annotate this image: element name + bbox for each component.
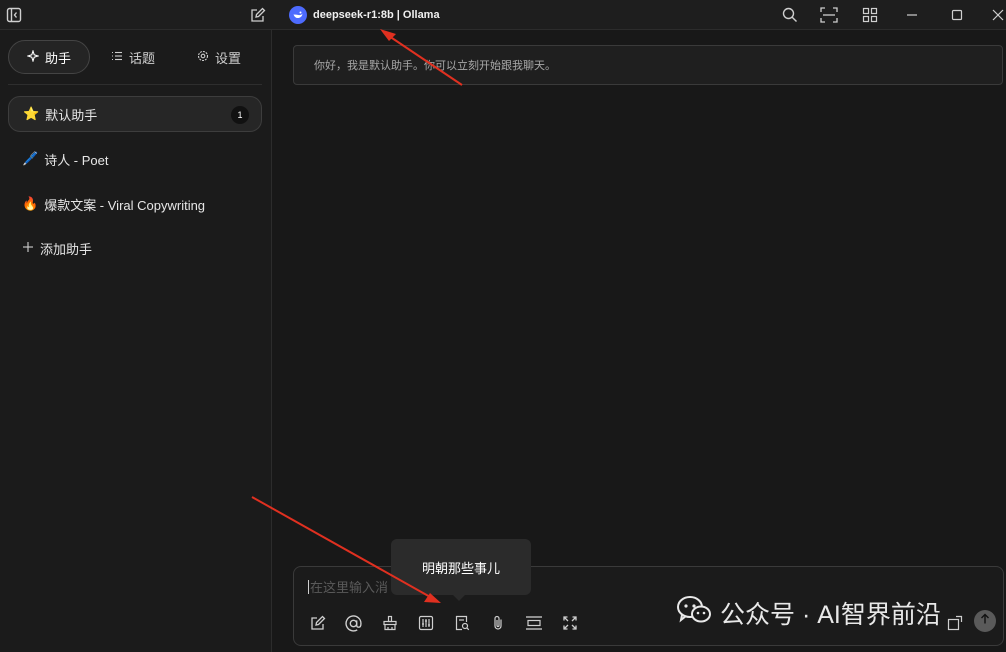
assistant-item-poet[interactable]: 🖊️ 诗人 - Poet [8, 141, 262, 177]
tooltip: 明朝那些事儿 [391, 539, 531, 601]
watermark: 公众号 · AI智界前沿 [676, 593, 941, 633]
sparkle-icon [26, 48, 40, 65]
tab-label: 设置 [214, 50, 241, 66]
layout-icon[interactable] [523, 612, 545, 634]
fire-icon: 🔥 [22, 196, 39, 211]
tab-label: 助手 [44, 50, 71, 66]
translate-icon[interactable] [944, 612, 966, 634]
assistant-item-default[interactable]: ⭐ 默认助手 1 [8, 96, 262, 132]
assistant-label: 诗人 - Poet [44, 152, 109, 168]
sidebar-tabs: 助手 话题 设置 [8, 40, 264, 74]
star-icon: ⭐ [23, 106, 40, 121]
tab-assistants[interactable]: 助手 [8, 40, 90, 74]
title-bar: deepseek-r1:8b | Ollama [0, 0, 1006, 30]
new-topic-icon[interactable] [307, 612, 329, 634]
attachment-icon[interactable] [487, 612, 509, 634]
pen-icon: 🖊️ [22, 151, 39, 166]
assistant-label: 爆款文案 - Viral Copywriting [44, 197, 206, 213]
new-chat-icon[interactable] [248, 0, 268, 30]
expand-icon[interactable] [559, 612, 581, 634]
sidebar: 助手 话题 设置 ⭐ 默认助手 1 🖊️ 诗人 - Poet 🔥 爆款文案 - … [0, 30, 272, 652]
assistant-label: 默认助手 [45, 107, 98, 123]
search-icon[interactable] [780, 0, 800, 30]
web-search-icon[interactable] [451, 612, 473, 634]
model-name: deepseek-r1:8b | Ollama [313, 9, 440, 21]
send-button[interactable] [974, 610, 996, 632]
settings-sliders-icon[interactable] [415, 612, 437, 634]
clear-icon[interactable] [379, 612, 401, 634]
tab-label: 话题 [128, 50, 155, 66]
add-assistant-button[interactable]: 添加助手 [8, 230, 262, 266]
minimize-icon[interactable] [902, 0, 922, 30]
screen-capture-icon[interactable] [818, 0, 840, 30]
chat-area: 你好，我是默认助手。你可以立刻开始跟我聊天。 在这里输入消 [273, 30, 1006, 652]
wechat-logo-icon [676, 595, 712, 632]
add-assistant-label: 添加助手 [40, 241, 93, 257]
assistant-item-viral-copywriting[interactable]: 🔥 爆款文案 - Viral Copywriting [8, 186, 262, 222]
apps-grid-icon[interactable] [860, 0, 880, 30]
divider [8, 84, 262, 85]
plus-icon [22, 241, 34, 256]
input-placeholder: 在这里输入消 [310, 580, 389, 595]
arrow-up-icon [979, 612, 991, 630]
list-icon [111, 50, 123, 65]
gear-icon [197, 50, 209, 65]
deepseek-logo-icon [289, 6, 307, 24]
close-icon[interactable] [990, 0, 1006, 30]
topic-count-badge: 1 [231, 106, 249, 124]
watermark-text: 公众号 · AI智界前沿 [720, 601, 941, 629]
mention-icon[interactable] [342, 612, 364, 634]
greeting-message: 你好，我是默认助手。你可以立刻开始跟我聊天。 [293, 45, 1003, 85]
tab-topics[interactable]: 话题 [90, 40, 176, 74]
maximize-icon[interactable] [947, 0, 967, 30]
tab-settings[interactable]: 设置 [176, 40, 262, 74]
model-selector[interactable]: deepseek-r1:8b | Ollama [289, 2, 440, 28]
sidebar-toggle-icon[interactable] [4, 0, 24, 30]
